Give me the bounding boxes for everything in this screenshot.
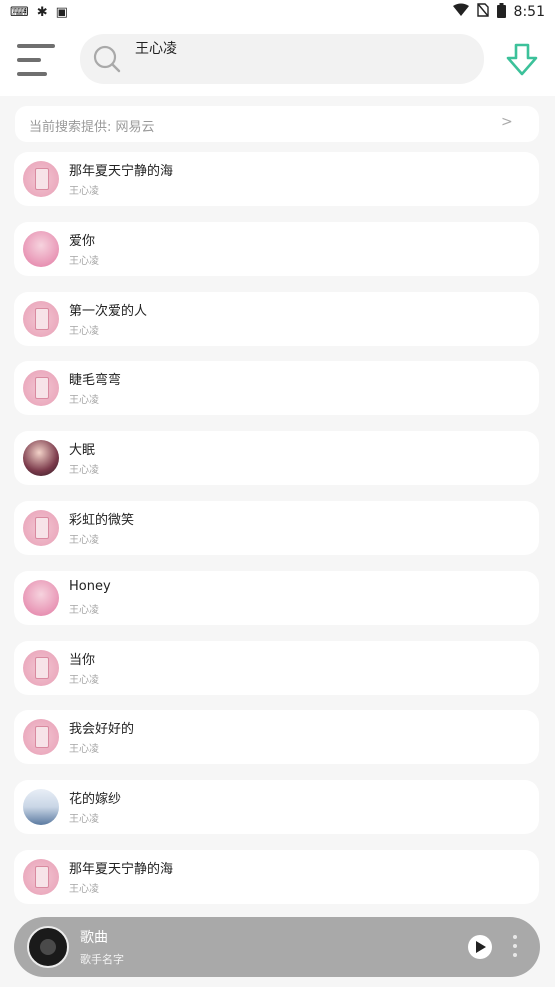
album-photo-frame — [35, 517, 49, 539]
album-cover-art — [23, 440, 59, 476]
no-sim-icon — [476, 3, 489, 21]
song-artist: 王心凌 — [69, 605, 99, 616]
album-cover — [23, 231, 59, 267]
status-right-icons: 8:51 — [452, 2, 555, 22]
search-bar[interactable]: 王心凌 — [80, 34, 484, 84]
song-artist: 王心凌 — [69, 675, 99, 686]
bug-icon: ✱ — [36, 4, 48, 20]
song-title: 彩虹的微笑 — [69, 513, 135, 528]
album-cover — [23, 789, 59, 825]
song-title: 睫毛弯弯 — [69, 373, 122, 388]
album-cover — [23, 650, 59, 686]
song-title: 那年夏天宁静的海 — [69, 862, 174, 877]
status-left-icons: ⌨ ✱ ▣ — [0, 6, 68, 19]
player-song-title: 歌曲 — [80, 930, 108, 946]
search-icon — [93, 45, 121, 73]
menu-button[interactable] — [17, 42, 57, 78]
song-artist: 王心凌 — [69, 256, 99, 267]
album-cover — [23, 370, 59, 406]
song-title: 爱你 — [69, 234, 96, 249]
search-source-label: 当前搜索提供: 网易云 — [29, 120, 155, 135]
song-item[interactable]: 彩虹的微笑 王心凌 — [14, 501, 539, 555]
song-artist: 王心凌 — [69, 814, 99, 825]
song-title: Honey — [69, 579, 111, 594]
album-photo-frame — [35, 657, 49, 679]
song-title: 那年夏天宁静的海 — [69, 164, 174, 179]
wifi-icon — [452, 3, 469, 21]
album-cover-art — [23, 231, 59, 267]
song-item[interactable]: 花的嫁纱 王心凌 — [14, 780, 539, 834]
song-title: 花的嫁纱 — [69, 792, 122, 807]
a-badge-icon: ▣ — [55, 4, 68, 20]
song-artist: 王心凌 — [69, 744, 99, 755]
song-artist: 王心凌 — [69, 395, 99, 406]
song-item[interactable]: 睫毛弯弯 王心凌 — [14, 361, 539, 415]
play-icon — [476, 941, 486, 953]
battery-icon — [496, 2, 506, 22]
more-vertical-icon — [513, 935, 517, 939]
song-artist: 王心凌 — [69, 186, 99, 197]
song-artist: 王心凌 — [69, 465, 99, 476]
album-photo-frame — [35, 308, 49, 330]
more-vertical-icon-dot — [513, 953, 517, 957]
album-photo-frame — [35, 866, 49, 888]
song-item[interactable]: 爱你 王心凌 — [14, 222, 539, 276]
song-title: 我会好好的 — [69, 722, 135, 737]
song-artist: 王心凌 — [69, 884, 99, 895]
album-cover — [23, 440, 59, 476]
song-item[interactable]: 当你 王心凌 — [14, 641, 539, 695]
song-artist: 王心凌 — [69, 535, 99, 546]
menu-icon — [17, 44, 55, 48]
album-photo-frame — [35, 377, 49, 399]
play-button[interactable] — [468, 935, 492, 959]
song-item[interactable]: 我会好好的 王心凌 — [14, 710, 539, 764]
song-item[interactable]: 那年夏天宁静的海王心凌 — [14, 850, 539, 904]
menu-icon-line — [17, 58, 41, 62]
disc-center — [40, 939, 56, 955]
menu-icon-line — [17, 72, 47, 76]
search-source-bar[interactable]: 当前搜索提供: 网易云 > — [15, 106, 539, 142]
album-cover-art — [23, 580, 59, 616]
song-item[interactable]: 大眠 王心凌 — [14, 431, 539, 485]
song-artist: 王心凌 — [69, 326, 99, 337]
mini-player[interactable]: 歌曲 歌手名字 — [14, 917, 540, 977]
keyboard-icon: ⌨ — [10, 4, 29, 20]
album-cover — [23, 719, 59, 755]
status-time: 8:51 — [513, 4, 545, 20]
music-disc-icon — [27, 926, 69, 968]
album-cover — [23, 580, 59, 616]
album-photo-frame — [35, 168, 49, 190]
album-cover-art — [23, 789, 59, 825]
album-cover — [23, 301, 59, 337]
download-button[interactable] — [505, 42, 539, 78]
search-input[interactable]: 王心凌 — [135, 38, 177, 58]
song-item[interactable]: 第一次爱的人 王心凌 — [14, 292, 539, 346]
song-title: 大眠 — [69, 443, 96, 458]
more-vertical-icon-dot — [513, 944, 517, 948]
song-item[interactable]: 那年夏天宁静的海王心凌 — [14, 152, 539, 206]
status-bar: ⌨ ✱ ▣ 8:51 — [0, 0, 555, 24]
album-cover — [23, 161, 59, 197]
chevron-right-icon: > — [501, 114, 513, 130]
song-item[interactable]: Honey 王心凌 — [14, 571, 539, 625]
download-icon — [506, 43, 538, 76]
song-title: 当你 — [69, 653, 96, 668]
album-cover — [23, 510, 59, 546]
album-photo-frame — [35, 726, 49, 748]
app-header: 王心凌 — [0, 24, 555, 96]
album-cover — [23, 859, 59, 895]
song-title: 第一次爱的人 — [69, 304, 148, 319]
player-artist-name: 歌手名字 — [80, 953, 124, 966]
more-options-button[interactable] — [510, 935, 520, 959]
